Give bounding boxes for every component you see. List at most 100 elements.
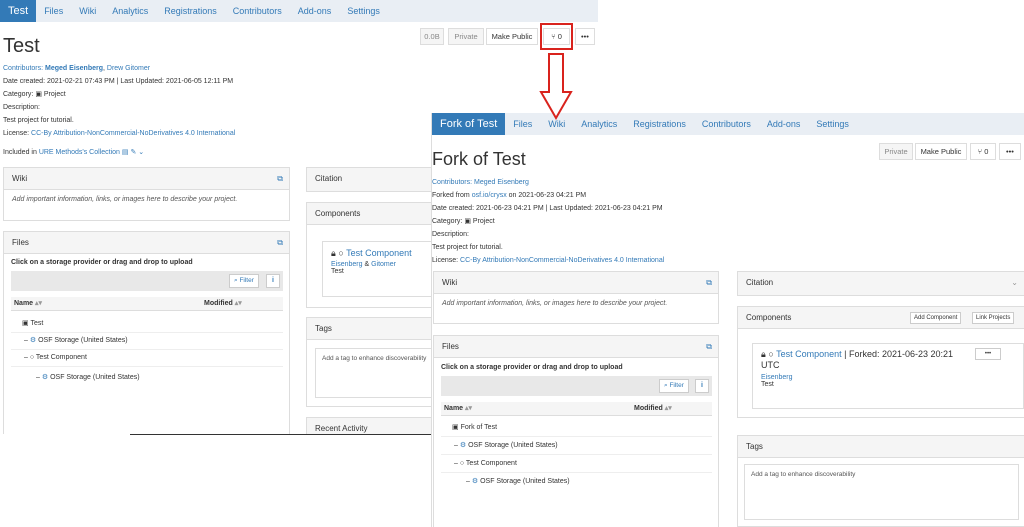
cube-icon: ▣ [452, 424, 459, 431]
wiki-panel-header: Wiki ⧉ [4, 168, 289, 190]
collapse-icon[interactable]: – [454, 460, 458, 467]
chevron-down-icon[interactable]: ⌄ [138, 149, 144, 156]
collapse-icon[interactable]: – [454, 442, 458, 449]
license-link[interactable]: CC-By Attribution-NonCommercial-NoDeriva… [460, 257, 664, 264]
component-link[interactable]: Test Component [346, 248, 412, 258]
nav-project-title[interactable]: Test [0, 0, 37, 22]
sort-arrows-icon[interactable]: ▴▾ [665, 405, 672, 412]
tree-row-project[interactable]: ▣ Test [22, 319, 43, 329]
fork-button[interactable]: ⑂ 0 [970, 143, 996, 160]
tags-input[interactable]: Add a tag to enhance discoverability [744, 464, 1019, 520]
sort-arrows-icon[interactable]: ▴▾ [235, 300, 242, 307]
forked-from-link[interactable]: osf.io/crysx [472, 192, 507, 199]
contributor-link[interactable]: Eisenberg [331, 261, 363, 268]
tree-row-component-storage[interactable]: – ⚙ OSF Storage (United States) [466, 477, 570, 487]
contributor-link[interactable]: Eisenberg [761, 374, 793, 381]
nav-addons[interactable]: Add-ons [759, 113, 809, 135]
files-toolbar: ⌕ Filter i [11, 271, 283, 291]
row-divider [441, 454, 712, 455]
tree-row-component[interactable]: – ○ Test Component [454, 459, 517, 469]
filter-button[interactable]: ⌕ Filter [659, 379, 689, 393]
info-button[interactable]: i [695, 379, 709, 393]
external-link-icon[interactable]: ⧉ [277, 232, 283, 254]
storage-gear-icon: ⚙ [471, 478, 479, 485]
nav-contributors[interactable]: Contributors [694, 113, 759, 135]
tree-row-component-storage[interactable]: – ⚙ OSF Storage (United States) [36, 373, 140, 383]
storage-size-button[interactable]: 0.0B [420, 28, 444, 45]
filter-button[interactable]: ⌕ Filter [229, 274, 259, 288]
row-divider [441, 436, 712, 437]
make-public-button[interactable]: Make Public [915, 143, 967, 160]
more-options-button[interactable]: ••• [575, 28, 595, 45]
private-button[interactable]: Private [448, 28, 484, 45]
component-circle-icon: ○ [29, 354, 35, 361]
wiki-title: Wiki [12, 174, 28, 183]
license-label: License: [3, 130, 30, 137]
nav-analytics[interactable]: Analytics [573, 113, 625, 135]
category-label: Category: [432, 218, 463, 225]
modified-column-label: Modified [634, 405, 663, 412]
name-column-label: Name [14, 300, 34, 307]
storage-gear-icon: ⚙ [41, 374, 49, 381]
contributor-link[interactable]: Meged Eisenberg [45, 65, 103, 72]
component-circle-icon: ○ [338, 248, 344, 258]
wiki-title: Wiki [442, 278, 458, 287]
make-public-button[interactable]: Make Public [486, 28, 538, 45]
nav-files[interactable]: Files [36, 0, 71, 22]
collapse-icon[interactable]: – [36, 374, 40, 381]
modified-column-header[interactable]: Modified ▴▾ [204, 297, 242, 311]
component-link[interactable]: Test Component [776, 349, 842, 359]
private-button[interactable]: Private [879, 143, 913, 160]
collection-link[interactable]: URE Methods's Collection [39, 149, 120, 156]
dates-line: Date created: 2021-06-23 04:21 PM | Last… [432, 205, 663, 212]
external-link-icon[interactable]: ⧉ [706, 272, 712, 294]
name-column-header[interactable]: Name ▴▾ [444, 402, 472, 416]
nav-wiki[interactable]: Wiki [71, 0, 104, 22]
contributor-link[interactable]: Meged Eisenberg [474, 179, 529, 186]
contributor-link[interactable]: Gitomer [371, 261, 396, 268]
collection-icon: ▤ [121, 149, 129, 156]
tree-row-storage[interactable]: – ⚙ OSF Storage (United States) [454, 441, 558, 451]
nav-registrations[interactable]: Registrations [156, 0, 225, 22]
wiki-placeholder: Add important information, links, or ima… [442, 300, 668, 307]
storage-gear-icon: ⚙ [29, 337, 37, 344]
nav-files[interactable]: Files [505, 113, 540, 135]
description-value: Test project for tutorial. [3, 117, 74, 124]
link-projects-button[interactable]: Link Projects [972, 312, 1015, 324]
nav-registrations[interactable]: Registrations [625, 113, 694, 135]
tree-row-project[interactable]: ▣ Fork of Test [452, 423, 497, 433]
info-button[interactable]: i [266, 274, 280, 288]
components-panel: Components Add Component Link Projects 🔒… [737, 306, 1024, 418]
tree-label: OSF Storage (United States) [480, 478, 570, 485]
tree-row-storage[interactable]: – ⚙ OSF Storage (United States) [24, 336, 128, 346]
chevron-down-icon[interactable]: ⌄ [1011, 272, 1018, 294]
add-component-button[interactable]: Add Component [910, 312, 962, 324]
more-options-button[interactable]: ••• [999, 143, 1021, 160]
lock-icon: 🔒︎ [761, 349, 766, 359]
citation-panel[interactable]: Citation ⌄ [737, 271, 1024, 296]
edit-icon[interactable]: ✎ [130, 149, 136, 156]
cube-icon: ▣ [464, 218, 471, 225]
external-link-icon[interactable]: ⧉ [706, 336, 712, 358]
nav-analytics[interactable]: Analytics [104, 0, 156, 22]
collapse-icon[interactable]: – [24, 337, 28, 344]
nav-project-title[interactable]: Fork of Test [432, 113, 506, 135]
license-link[interactable]: CC-By Attribution-NonCommercial-NoDeriva… [31, 130, 235, 137]
name-column-header[interactable]: Name ▴▾ [14, 297, 42, 311]
nav-contributors[interactable]: Contributors [225, 0, 290, 22]
nav-settings[interactable]: Settings [339, 0, 388, 22]
collapse-icon[interactable]: – [466, 478, 470, 485]
files-instruction: Click on a storage provider or drag and … [441, 364, 623, 371]
sort-arrows-icon[interactable]: ▴▾ [465, 405, 472, 412]
modified-column-header[interactable]: Modified ▴▾ [634, 402, 672, 416]
nav-settings[interactable]: Settings [808, 113, 857, 135]
wiki-panel: Wiki ⧉ Add important information, links,… [433, 271, 719, 324]
nav-addons[interactable]: Add-ons [290, 0, 340, 22]
sort-arrows-icon[interactable]: ▴▾ [35, 300, 42, 307]
contributor-link[interactable]: Drew Gitomer [107, 65, 150, 72]
included-label: Included in [3, 149, 37, 156]
tree-row-component[interactable]: – ○ Test Component [24, 353, 87, 363]
collapse-icon[interactable]: – [24, 354, 28, 361]
component-options-button[interactable]: ••• [975, 348, 1001, 360]
external-link-icon[interactable]: ⧉ [277, 168, 283, 190]
